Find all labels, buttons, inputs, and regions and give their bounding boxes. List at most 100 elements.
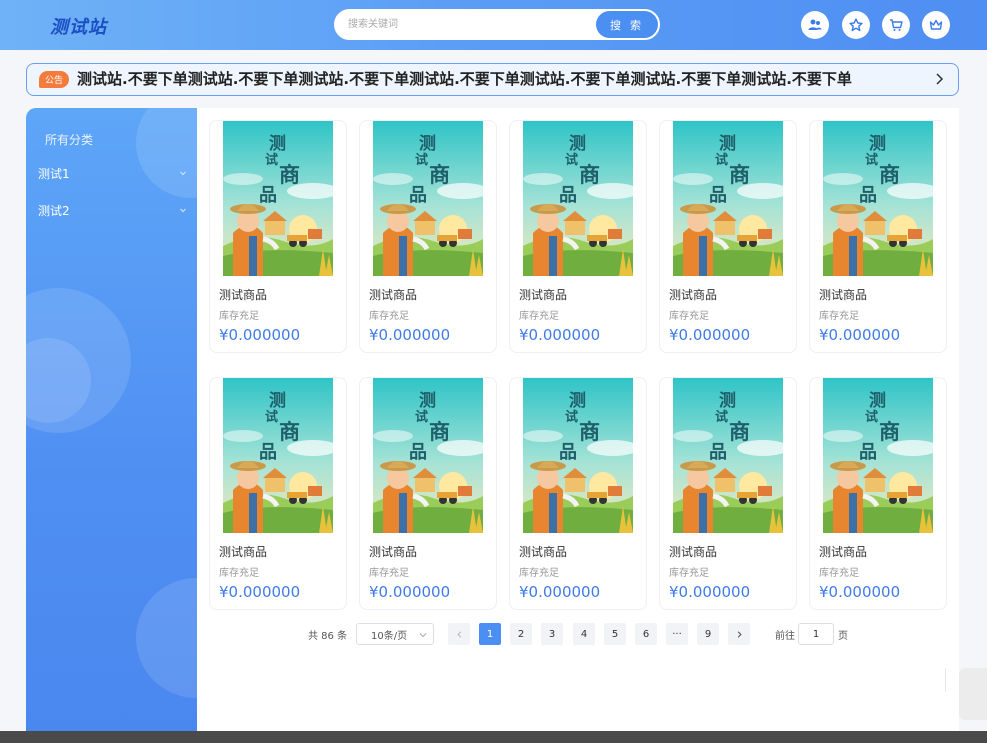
crown-icon[interactable] — [922, 11, 950, 39]
poster-char: 品 — [409, 185, 427, 206]
prev-page-button[interactable] — [448, 623, 470, 645]
product-card[interactable]: 测 试 商 品 测试商品 库存充足 ¥0.000000 — [809, 120, 947, 353]
product-stock: 库存充足 — [219, 311, 259, 322]
goto-page-input[interactable] — [798, 623, 834, 645]
product-name[interactable]: 测试商品 — [219, 543, 267, 560]
poster-char: 试 — [865, 153, 879, 168]
poster-char: 试 — [715, 153, 729, 168]
poster-char: 品 — [259, 442, 277, 463]
product-name[interactable]: 测试商品 — [669, 543, 717, 560]
page-size-select[interactable]: 10条/页 — [356, 623, 434, 645]
product-card[interactable]: 测 试 商 品 测试商品 库存充足 ¥0.000000 — [359, 377, 497, 610]
product-card[interactable]: 测 试 商 品 测试商品 库存充足 ¥0.000000 — [659, 120, 797, 353]
product-name[interactable]: 测试商品 — [669, 286, 717, 303]
product-stock: 库存充足 — [369, 568, 409, 579]
divider — [945, 668, 946, 692]
more-pages-button[interactable]: ··· — [666, 623, 688, 645]
product-panel: 测 试 商 品 测试商品 库存充足 ¥0.000000 测 试 商 品 测试商品… — [197, 108, 959, 743]
product-image-wrap[interactable]: 测 试 商 品 — [823, 378, 933, 533]
product-name[interactable]: 测试商品 — [219, 286, 267, 303]
poster-char: 商 — [429, 420, 450, 444]
page-button[interactable]: 9 — [697, 623, 719, 645]
product-stock: 库存充足 — [519, 311, 559, 322]
poster-char: 商 — [879, 163, 900, 187]
decor-circle — [136, 108, 197, 198]
cart-icon[interactable] — [882, 11, 910, 39]
notice-tag: 公告 — [39, 71, 69, 88]
poster-char: 商 — [579, 420, 600, 444]
decor-circle — [136, 578, 197, 698]
poster-char: 品 — [709, 185, 727, 206]
next-page-button[interactable] — [728, 623, 750, 645]
product-price: ¥0.000000 — [519, 326, 601, 344]
product-card[interactable]: 测 试 商 品 测试商品 库存充足 ¥0.000000 — [509, 120, 647, 353]
poster-char: 试 — [265, 410, 279, 425]
all-categories-label: 所有分类 — [45, 133, 94, 147]
product-stock: 库存充足 — [819, 568, 859, 579]
user-group-icon[interactable] — [801, 11, 829, 39]
sidebar-item-test1[interactable]: 测试1 — [38, 163, 188, 183]
product-price: ¥0.000000 — [819, 583, 901, 601]
poster-char: 品 — [859, 442, 877, 463]
search-input[interactable] — [348, 11, 588, 38]
search-button[interactable]: 搜 索 — [596, 11, 658, 38]
sidebar-item-label: 测试2 — [38, 203, 70, 218]
product-stock: 库存充足 — [819, 311, 859, 322]
product-image-wrap[interactable]: 测 试 商 品 — [673, 378, 783, 533]
product-image-wrap[interactable]: 测 试 商 品 — [373, 378, 483, 533]
product-name[interactable]: 测试商品 — [369, 543, 417, 560]
poster-char: 试 — [565, 410, 579, 425]
product-price: ¥0.000000 — [219, 326, 301, 344]
poster-char: 品 — [409, 442, 427, 463]
site-logo[interactable]: 测试站 — [50, 13, 107, 39]
page-button[interactable]: 2 — [510, 623, 532, 645]
product-name[interactable]: 测试商品 — [819, 286, 867, 303]
product-card[interactable]: 测 试 商 品 测试商品 库存充足 ¥0.000000 — [659, 377, 797, 610]
product-image-wrap[interactable]: 测 试 商 品 — [823, 121, 933, 276]
poster-char: 试 — [415, 153, 429, 168]
sidebar-item-test2[interactable]: 测试2 — [38, 200, 188, 220]
poster-char: 品 — [859, 185, 877, 206]
product-image-wrap[interactable]: 测 试 商 品 — [223, 121, 333, 276]
product-card[interactable]: 测 试 商 品 测试商品 库存充足 ¥0.000000 — [809, 377, 947, 610]
product-name[interactable]: 测试商品 — [519, 543, 567, 560]
product-image-wrap[interactable]: 测 试 商 品 — [523, 121, 633, 276]
page-button[interactable]: 6 — [635, 623, 657, 645]
floating-side-widget[interactable] — [959, 668, 987, 720]
product-price: ¥0.000000 — [669, 583, 751, 601]
page-button[interactable]: 1 — [479, 623, 501, 645]
poster-char: 试 — [415, 410, 429, 425]
product-name[interactable]: 测试商品 — [819, 543, 867, 560]
chevron-right-icon[interactable] — [932, 72, 946, 86]
page-button[interactable]: 3 — [541, 623, 563, 645]
product-card[interactable]: 测 试 商 品 测试商品 库存充足 ¥0.000000 — [209, 120, 347, 353]
poster-char: 商 — [579, 163, 600, 187]
star-icon[interactable] — [842, 11, 870, 39]
poster-char: 商 — [879, 420, 900, 444]
product-price: ¥0.000000 — [369, 583, 451, 601]
product-card[interactable]: 测 试 商 品 测试商品 库存充足 ¥0.000000 — [359, 120, 497, 353]
product-name[interactable]: 测试商品 — [369, 286, 417, 303]
page-button[interactable]: 5 — [604, 623, 626, 645]
chevron-left-icon — [456, 630, 461, 638]
page-button[interactable]: 4 — [573, 623, 595, 645]
poster-char: 试 — [865, 410, 879, 425]
page-size-value: 10条/页 — [371, 630, 408, 642]
bottom-bar — [0, 731, 987, 743]
product-image-wrap[interactable]: 测 试 商 品 — [223, 378, 333, 533]
announcement-bar[interactable]: 公告 测试站.不要下单测试站.不要下单测试站.不要下单测试站.不要下单测试站.不… — [26, 63, 959, 96]
product-stock: 库存充足 — [519, 568, 559, 579]
product-image-wrap[interactable]: 测 试 商 品 — [523, 378, 633, 533]
product-price: ¥0.000000 — [669, 326, 751, 344]
chevron-down-icon — [419, 633, 427, 638]
product-stock: 库存充足 — [219, 568, 259, 579]
total-count: 共 86 条 — [308, 631, 348, 642]
product-name[interactable]: 测试商品 — [519, 286, 567, 303]
product-image-wrap[interactable]: 测 试 商 品 — [673, 121, 783, 276]
product-card[interactable]: 测 试 商 品 测试商品 库存充足 ¥0.000000 — [209, 377, 347, 610]
product-image-wrap[interactable]: 测 试 商 品 — [373, 121, 483, 276]
notice-text: 测试站.不要下单测试站.不要下单测试站.不要下单测试站.不要下单测试站.不要下单… — [77, 70, 852, 88]
product-card[interactable]: 测 试 商 品 测试商品 库存充足 ¥0.000000 — [509, 377, 647, 610]
poster-char: 品 — [559, 442, 577, 463]
poster-char: 商 — [279, 163, 300, 187]
